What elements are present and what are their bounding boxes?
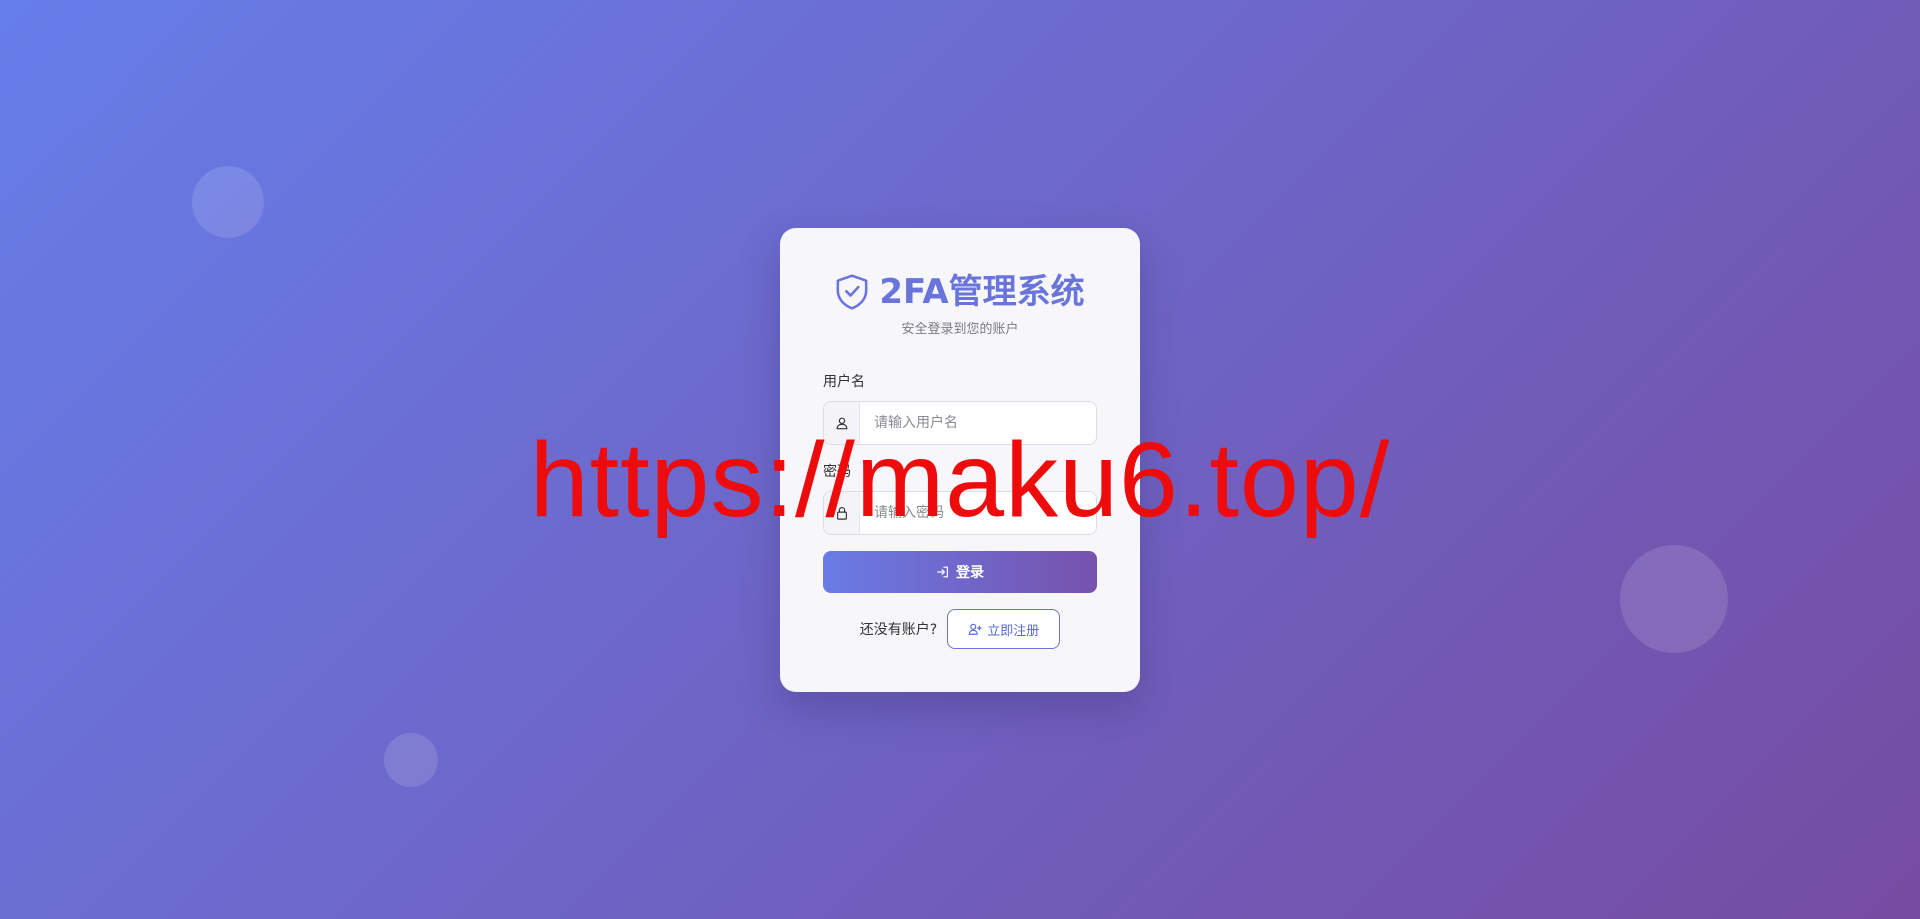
user-icon	[824, 402, 860, 444]
user-plus-icon	[968, 623, 982, 635]
password-input[interactable]	[860, 492, 1096, 534]
page-subtitle: 安全登录到您的账户	[901, 322, 1019, 337]
shield-check-icon	[836, 274, 868, 310]
login-button[interactable]: 登录	[823, 551, 1097, 593]
username-input[interactable]	[860, 402, 1096, 444]
register-button[interactable]: 立即注册	[947, 609, 1061, 649]
username-label: 用户名	[823, 374, 865, 390]
sign-in-icon	[937, 566, 948, 578]
register-button-label: 立即注册	[987, 623, 1040, 639]
password-field	[823, 491, 1097, 535]
username-field	[823, 401, 1097, 445]
lock-icon	[824, 492, 860, 534]
decorative-circle	[384, 733, 438, 787]
brand-header: 2FA管理系统	[823, 272, 1097, 312]
login-button-label: 登录	[956, 565, 984, 581]
register-prompt: 还没有账户?	[859, 622, 938, 638]
login-card: 2FA管理系统 安全登录到您的账户 用户名 密码 登录 还没有账户	[780, 228, 1140, 692]
page-title: 2FA管理系统	[879, 272, 1085, 312]
decorative-circle	[1620, 545, 1728, 653]
decorative-circle	[192, 166, 264, 238]
register-row: 还没有账户? 立即注册	[823, 609, 1097, 649]
password-label: 密码	[823, 464, 851, 480]
